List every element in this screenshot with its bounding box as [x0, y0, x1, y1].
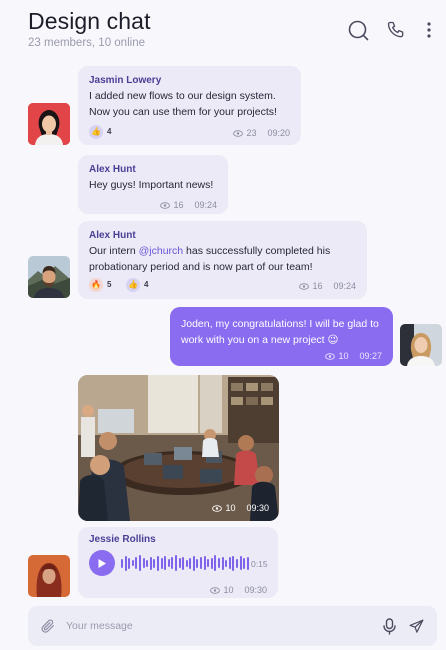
voice-waveform[interactable] — [121, 551, 249, 575]
image-meta: 10 09:30 — [212, 503, 269, 513]
reaction-thumbs-up[interactable]: 👍 4 — [89, 124, 111, 140]
reaction-count: 5 — [107, 280, 112, 289]
view-count: 10 — [338, 351, 349, 361]
eye-icon — [233, 130, 244, 137]
eye-icon — [299, 283, 310, 290]
reaction-count: 4 — [107, 127, 112, 136]
view-count: 16 — [312, 281, 323, 291]
message-bubble[interactable]: Jasmin Lowery I added new flows to our d… — [78, 66, 301, 145]
search-icon[interactable] — [347, 19, 369, 41]
message-time: 09:30 — [244, 585, 267, 595]
sender-name[interactable]: Alex Hunt — [89, 162, 136, 178]
voice-duration: 0:15 — [251, 559, 268, 569]
view-count: 10 — [225, 503, 236, 513]
message-meta: 16 09:24 — [299, 279, 356, 295]
eye-icon — [210, 587, 221, 594]
shared-image[interactable]: 10 09:30 — [78, 375, 279, 521]
message-time: 09:30 — [246, 503, 269, 513]
own-message-bubble[interactable]: Joden, my congratulations! I will be gla… — [170, 307, 393, 366]
sender-name[interactable]: Jasmin Lowery — [89, 73, 161, 89]
message-input[interactable] — [66, 616, 366, 636]
chat-members-status: 23 members, 10 online — [28, 37, 145, 49]
reaction-thumbs-up[interactable]: 👍 4 — [126, 277, 148, 293]
avatar-jessie-rollins[interactable] — [28, 555, 70, 597]
fire-icon: 🔥 — [89, 277, 103, 292]
message-time: 09:20 — [267, 128, 290, 138]
sender-name[interactable]: Alex Hunt — [89, 228, 136, 244]
view-count: 16 — [173, 200, 184, 210]
play-icon — [98, 558, 106, 568]
phone-icon[interactable] — [385, 19, 407, 41]
message-meta: 10 09:30 — [210, 583, 267, 599]
reaction-count: 4 — [144, 280, 149, 289]
message-time: 09:24 — [194, 200, 217, 210]
message-bubble[interactable]: Alex Hunt Hey guys! Important news! 16 0… — [78, 155, 228, 214]
message-text: Joden, my congratulations! I will be gla… — [181, 318, 379, 346]
message-text: I added new flows to our design system. … — [89, 90, 277, 118]
chat-header: Design chat 23 members, 10 online — [0, 0, 446, 58]
thumbs-up-icon: 👍 — [126, 277, 140, 292]
message-composer — [28, 606, 437, 646]
sender-name[interactable]: Jessie Rollins — [89, 532, 156, 548]
message-meta: 10 09:27 — [325, 349, 382, 365]
reaction-fire[interactable]: 🔥 5 — [89, 277, 111, 293]
message-text: Hey guys! Important news! — [89, 179, 214, 191]
message-time: 09:27 — [359, 351, 382, 361]
more-vertical-icon[interactable] — [418, 19, 440, 41]
message-time: 09:24 — [333, 281, 356, 291]
eye-icon — [160, 202, 171, 209]
avatar-jasmin-lowery[interactable] — [28, 103, 70, 145]
paperclip-icon[interactable] — [38, 616, 58, 636]
view-count: 10 — [223, 585, 234, 595]
user-mention[interactable]: @jchurch — [139, 245, 184, 257]
eye-icon — [212, 504, 223, 512]
play-voice-button[interactable] — [89, 550, 115, 576]
thumbs-up-icon: 👍 — [89, 124, 103, 139]
message-bubble[interactable]: Alex Hunt Our intern @jchurch has succes… — [78, 221, 367, 299]
send-icon[interactable] — [406, 616, 426, 636]
eye-icon — [325, 353, 336, 360]
view-count: 23 — [246, 128, 257, 138]
chat-title: Design chat — [28, 8, 151, 34]
message-text: Our intern @jchurch has successfully com… — [89, 244, 359, 275]
message-meta: 16 09:24 — [160, 198, 217, 214]
microphone-icon[interactable] — [379, 616, 399, 636]
meeting-photo — [78, 375, 279, 521]
avatar-current-user[interactable] — [400, 324, 442, 366]
avatar-alex-hunt[interactable] — [28, 256, 70, 298]
message-text-part: Our intern — [89, 245, 139, 257]
message-meta: 23 09:20 — [233, 126, 290, 142]
